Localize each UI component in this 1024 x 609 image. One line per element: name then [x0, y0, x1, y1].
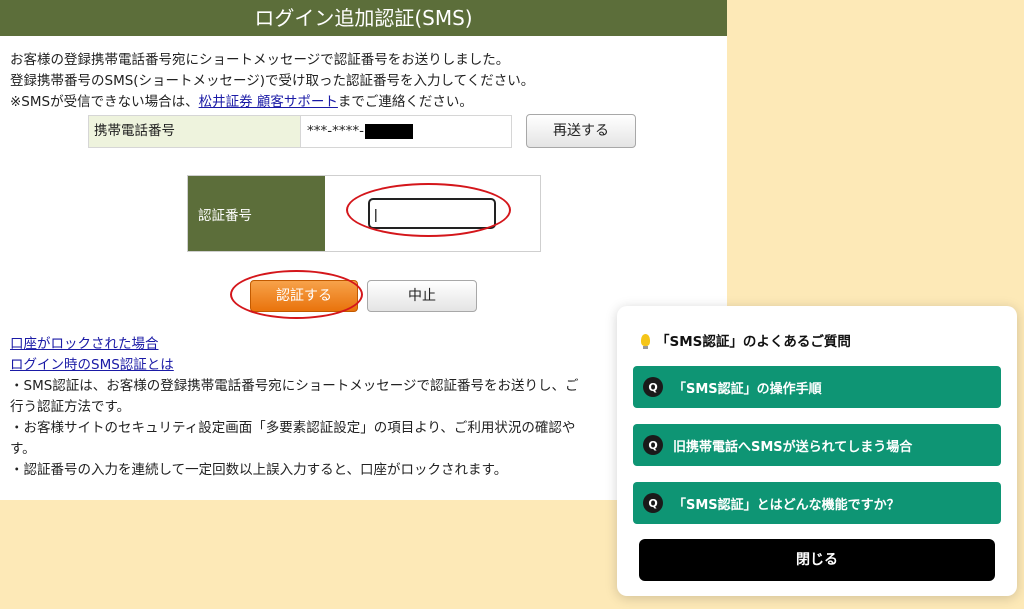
verification-code-row: 認証番号: [187, 175, 541, 252]
help-para-1b: 行う認証方法です。: [10, 399, 131, 415]
q-icon: Q: [643, 377, 663, 397]
help-para-2b: す。: [10, 441, 36, 457]
locked-account-link[interactable]: 口座がロックされた場合: [10, 334, 710, 355]
submit-auth-button[interactable]: 認証する: [250, 280, 358, 312]
q-icon: Q: [643, 493, 663, 513]
page-title: ログイン追加認証(SMS): [0, 0, 727, 36]
cancel-button[interactable]: 中止: [367, 280, 477, 312]
close-faq-button[interactable]: 閉じる: [639, 539, 995, 581]
faq-item-label: 「SMS認証」の操作手順: [673, 381, 822, 397]
lightbulb-icon: [641, 334, 650, 349]
intro-line-3-prefix: ※SMSが受信できない場合は、: [10, 94, 199, 110]
faq-item-operation[interactable]: Q 「SMS認証」の操作手順: [633, 366, 1001, 408]
q-icon: Q: [643, 435, 663, 455]
help-para-3: ・認証番号の入力を連続して一定回数以上誤入力すると、口座がロックされます。: [10, 462, 508, 478]
support-link[interactable]: 松井証券 顧客サポート: [199, 94, 338, 110]
resend-button[interactable]: 再送する: [526, 114, 636, 148]
faq-item-what-is[interactable]: Q 「SMS認証」とはどんな機能ですか？: [633, 482, 1001, 524]
sms-auth-about-link[interactable]: ログイン時のSMS認証とは: [10, 355, 710, 376]
phone-number-label: 携帯電話番号: [89, 116, 301, 147]
intro-line-1: お客様の登録携帯電話番号宛にショートメッセージで認証番号をお送りしました。: [10, 52, 510, 68]
faq-popup: 「SMS認証」のよくあるご質問 Q 「SMS認証」の操作手順 Q 旧携帯電話へS…: [617, 306, 1017, 596]
intro-line-3: ※SMSが受信できない場合は、松井証券 顧客サポートまでご連絡ください。: [10, 92, 727, 113]
faq-title: 「SMS認証」のよくあるご質問: [641, 330, 851, 350]
phone-number-value: ***-****-: [301, 116, 511, 147]
faq-title-text: 「SMS認証」のよくあるご質問: [656, 334, 851, 350]
verification-code-label: 認証番号: [188, 176, 325, 251]
help-para-1: ・SMS認証は、お客様の登録携帯電話番号宛にショートメッセージで認証番号をお送り…: [10, 378, 579, 394]
verification-code-field-wrap: [325, 176, 540, 251]
help-section: 口座がロックされた場合 ログイン時のSMS認証とは ・SMS認証は、お客様の登録…: [10, 334, 710, 481]
phone-number-text: ***-****-: [307, 123, 364, 139]
faq-item-label: 旧携帯電話へSMSが送られてしまう場合: [673, 439, 913, 455]
phone-number-redaction: [365, 124, 413, 139]
intro-text: お客様の登録携帯電話番号宛にショートメッセージで認証番号をお送りしました。 登録…: [0, 36, 727, 113]
help-para-2: ・お客様サイトのセキュリティ設定画面「多要素認証設定」の項目より、ご利用状況の確…: [10, 420, 576, 436]
faq-item-label: 「SMS認証」とはどんな機能ですか？: [673, 497, 900, 513]
phone-number-row: 携帯電話番号 ***-****-: [88, 115, 512, 148]
intro-line-2: 登録携帯番号のSMS(ショートメッセージ)で受け取った認証番号を入力してください…: [10, 73, 535, 89]
verification-code-input[interactable]: [368, 198, 496, 229]
faq-item-old-phone[interactable]: Q 旧携帯電話へSMSが送られてしまう場合: [633, 424, 1001, 466]
intro-line-3-suffix: までご連絡ください。: [337, 94, 473, 110]
